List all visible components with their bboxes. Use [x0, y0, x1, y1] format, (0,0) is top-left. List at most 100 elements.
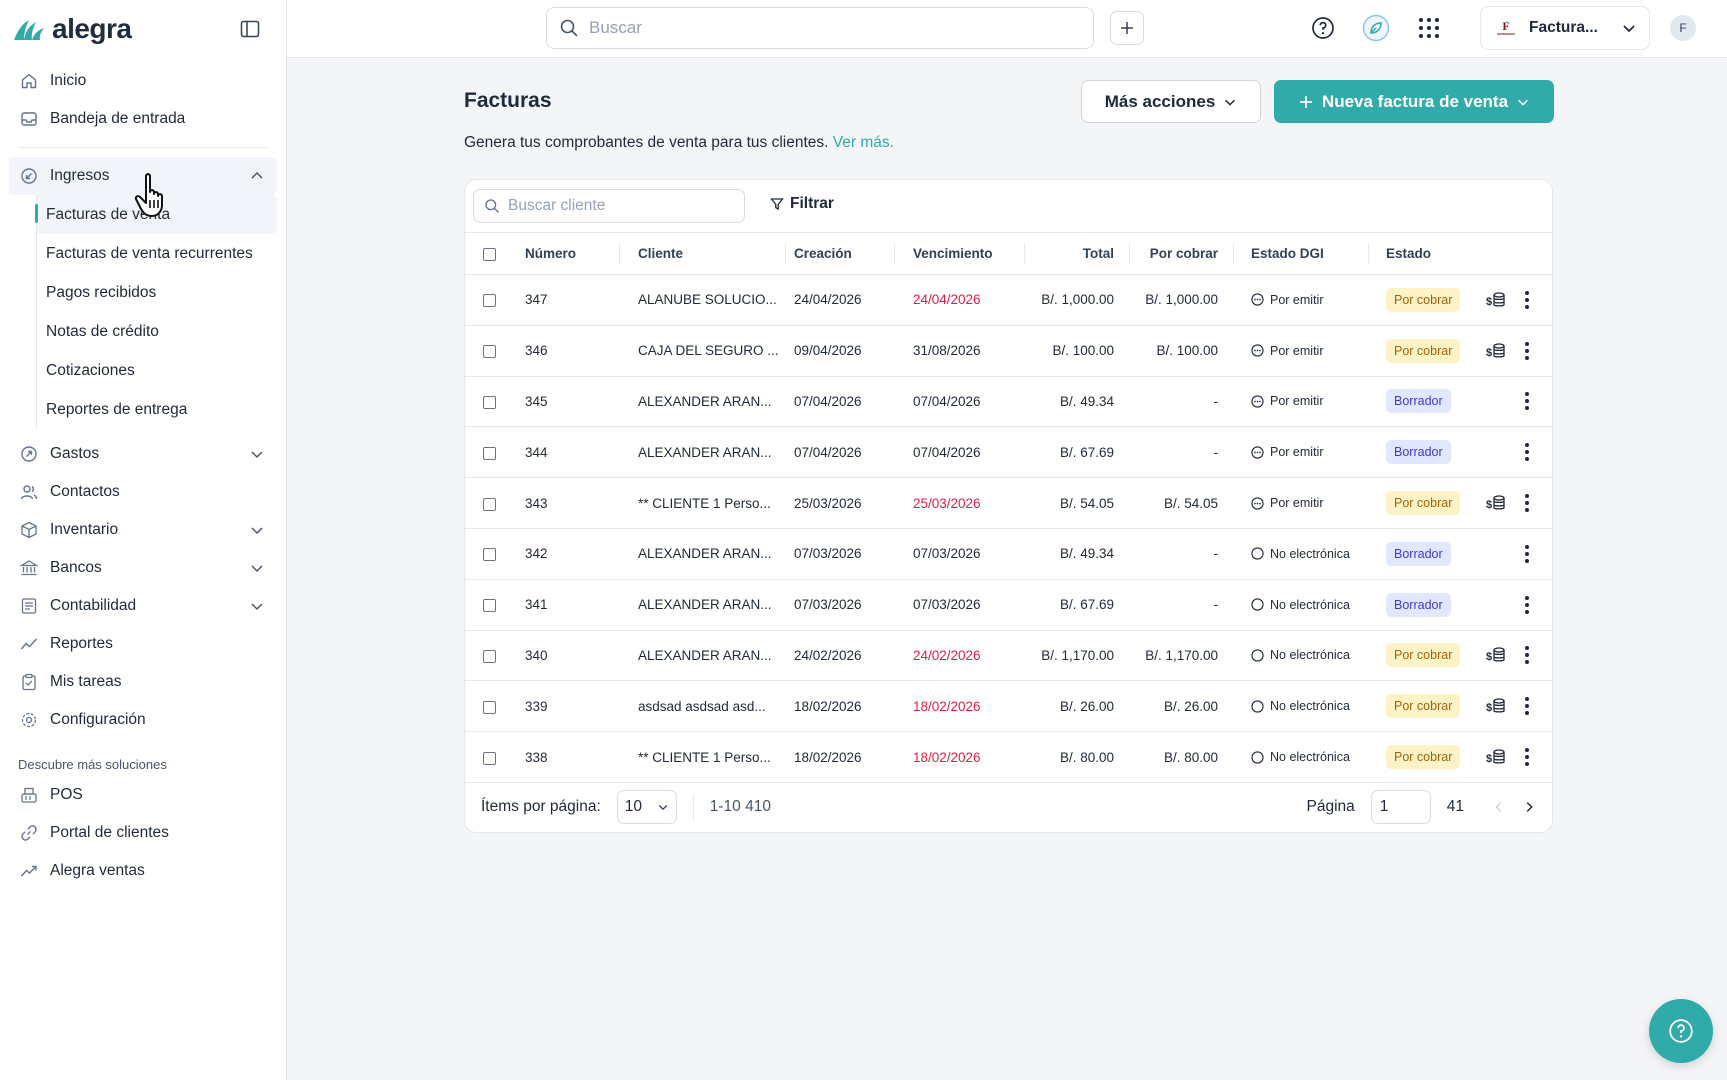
row-checkbox[interactable]: [483, 497, 496, 511]
add-payment-icon[interactable]: $: [1486, 748, 1506, 766]
row-select-cell: [465, 579, 517, 631]
filter-button[interactable]: Filtrar: [770, 195, 834, 213]
add-payment-icon[interactable]: $: [1486, 291, 1506, 309]
sidebar-item-bancos[interactable]: Bancos: [9, 549, 277, 587]
sidebar-item-cotizaciones[interactable]: Cotizaciones: [37, 351, 277, 390]
cell-numero[interactable]: 339: [517, 680, 620, 733]
row-checkbox[interactable]: [483, 294, 496, 308]
cell-numero[interactable]: 345: [517, 376, 620, 428]
sidebar-item-gastos[interactable]: Gastos: [9, 435, 277, 473]
table-row[interactable]: 342 ALEXANDER ARAN... 07/03/2026 07/03/2026…: [465, 528, 1554, 580]
table-row[interactable]: 346 CAJA DEL SEGURO ... 09/04/2026 31/08/20…: [465, 325, 1554, 377]
help-button[interactable]: [1309, 14, 1337, 42]
column-header-cliente[interactable]: Cliente: [620, 232, 786, 275]
column-header-creacion[interactable]: Creación: [786, 232, 895, 275]
row-checkbox[interactable]: [483, 446, 496, 460]
sidebar-item-inicio[interactable]: Inicio: [9, 62, 277, 100]
sidebar-item-portal-de-clientes[interactable]: Portal de clientes: [9, 814, 277, 852]
assistant-button[interactable]: [1362, 14, 1390, 42]
column-header-estado-dgi[interactable]: Estado DGI: [1234, 232, 1369, 275]
user-avatar[interactable]: F: [1670, 15, 1696, 41]
more-options-icon[interactable]: [1522, 544, 1532, 563]
help-chat-button[interactable]: [1649, 999, 1713, 1063]
sidebar-divider: [19, 147, 267, 148]
chevron-right-icon[interactable]: [1522, 800, 1536, 814]
more-options-icon[interactable]: [1522, 290, 1532, 309]
table-row[interactable]: 345 ALEXANDER ARAN... 07/04/2026 07/04/2026…: [465, 376, 1554, 428]
sidebar-item-contabilidad[interactable]: Contabilidad: [9, 587, 277, 625]
sidebar-item-inventario[interactable]: Inventario: [9, 511, 277, 549]
help-icon: [1669, 1019, 1693, 1043]
items-per-page-select[interactable]: 10: [616, 790, 677, 824]
sidebar-item-contactos[interactable]: Contactos: [9, 473, 277, 511]
more-options-icon[interactable]: [1522, 494, 1532, 513]
page-number-input[interactable]: 1: [1370, 790, 1431, 824]
row-checkbox[interactable]: [483, 599, 496, 613]
sidebar-item-reportes[interactable]: Reportes: [9, 625, 277, 663]
add-payment-icon[interactable]: $: [1486, 697, 1506, 715]
row-checkbox[interactable]: [483, 751, 496, 765]
apps-button[interactable]: [1415, 14, 1443, 42]
cell-numero[interactable]: 341: [517, 579, 620, 631]
company-selector[interactable]: F Factura...: [1480, 6, 1650, 50]
logo-row: alegra: [0, 0, 286, 58]
column-header-vencimiento[interactable]: Vencimiento: [895, 232, 1025, 275]
cell-numero[interactable]: 344: [517, 426, 620, 479]
table-row[interactable]: 343 ** CLIENTE 1 Perso... 25/03/2026 25/03/…: [465, 477, 1554, 529]
more-options-icon[interactable]: [1522, 341, 1532, 360]
quick-add-button[interactable]: [1110, 11, 1144, 45]
dgi-status-label: Por emitir: [1270, 343, 1324, 358]
more-options-icon[interactable]: [1522, 697, 1532, 716]
sidebar-item-facturas-recurrentes[interactable]: Facturas de venta recurrentes: [37, 234, 277, 273]
table-row[interactable]: 347 ALANUBE SOLUCIO... 24/04/2026 24/04/202…: [465, 274, 1554, 326]
sidebar-item-alegra-ventas[interactable]: Alegra ventas: [9, 852, 277, 890]
more-options-icon[interactable]: [1522, 595, 1532, 614]
sidebar-item-mis-tareas[interactable]: Mis tareas: [9, 663, 277, 701]
more-options-icon[interactable]: [1522, 443, 1532, 462]
more-options-icon[interactable]: [1522, 392, 1532, 411]
sidebar-item-bandeja[interactable]: Bandeja de entrada: [9, 100, 277, 138]
table-row[interactable]: 339 asdsad asdsad asd... 18/02/2026 18/02/2…: [465, 680, 1554, 733]
sidebar-item-notas-de-credito[interactable]: Notas de crédito: [37, 312, 277, 351]
cell-numero[interactable]: 342: [517, 528, 620, 580]
column-header-por-cobrar[interactable]: Por cobrar: [1130, 232, 1234, 275]
cell-numero[interactable]: 347: [517, 274, 620, 326]
column-header-estado[interactable]: Estado: [1369, 232, 1461, 275]
global-search[interactable]: [546, 7, 1094, 49]
add-payment-icon[interactable]: $: [1486, 494, 1506, 512]
cell-numero[interactable]: 346: [517, 325, 620, 377]
add-payment-icon[interactable]: $: [1486, 646, 1506, 664]
row-checkbox[interactable]: [483, 700, 496, 714]
table-row[interactable]: 338 ** CLIENTE 1 Perso... 18/02/2026 18/02/…: [465, 731, 1554, 783]
row-checkbox[interactable]: [483, 649, 496, 663]
client-search-input[interactable]: [508, 197, 738, 215]
chevron-left-icon[interactable]: [1492, 800, 1506, 814]
table-row[interactable]: 341 ALEXANDER ARAN... 07/03/2026 07/03/2026…: [465, 579, 1554, 631]
svg-text:$: $: [1486, 651, 1492, 663]
more-options-icon[interactable]: [1522, 748, 1532, 767]
column-header-total[interactable]: Total: [1025, 232, 1130, 275]
add-payment-icon[interactable]: $: [1486, 342, 1506, 360]
sidebar-item-configuracion[interactable]: Configuración: [9, 701, 277, 739]
table-row[interactable]: 340 ALEXANDER ARAN... 24/02/2026 24/02/2026…: [465, 630, 1554, 682]
sidebar-item-pagos-recibidos[interactable]: Pagos recibidos: [37, 273, 277, 312]
client-search[interactable]: [473, 189, 745, 223]
more-actions-button[interactable]: Más acciones: [1081, 80, 1261, 123]
ver-mas-link[interactable]: Ver más.: [833, 134, 894, 151]
sidebar-item-pos[interactable]: POS: [9, 776, 277, 814]
search-input[interactable]: [589, 18, 1069, 38]
row-checkbox[interactable]: [483, 548, 496, 562]
alegra-logo[interactable]: alegra: [12, 13, 132, 45]
column-header-numero[interactable]: Número: [517, 232, 620, 275]
row-checkbox[interactable]: [483, 345, 496, 359]
collapse-sidebar-button[interactable]: [234, 13, 266, 45]
table-row[interactable]: 344 ALEXANDER ARAN... 07/04/2026 07/04/2026…: [465, 426, 1554, 479]
cell-numero[interactable]: 340: [517, 630, 620, 682]
row-checkbox[interactable]: [483, 395, 496, 409]
cell-numero[interactable]: 338: [517, 731, 620, 783]
new-invoice-button[interactable]: Nueva factura de venta: [1274, 80, 1554, 123]
sidebar-item-reportes-de-entrega[interactable]: Reportes de entrega: [37, 390, 277, 429]
cell-numero[interactable]: 343: [517, 477, 620, 529]
more-options-icon[interactable]: [1522, 646, 1532, 665]
select-all-checkbox[interactable]: [483, 247, 496, 261]
